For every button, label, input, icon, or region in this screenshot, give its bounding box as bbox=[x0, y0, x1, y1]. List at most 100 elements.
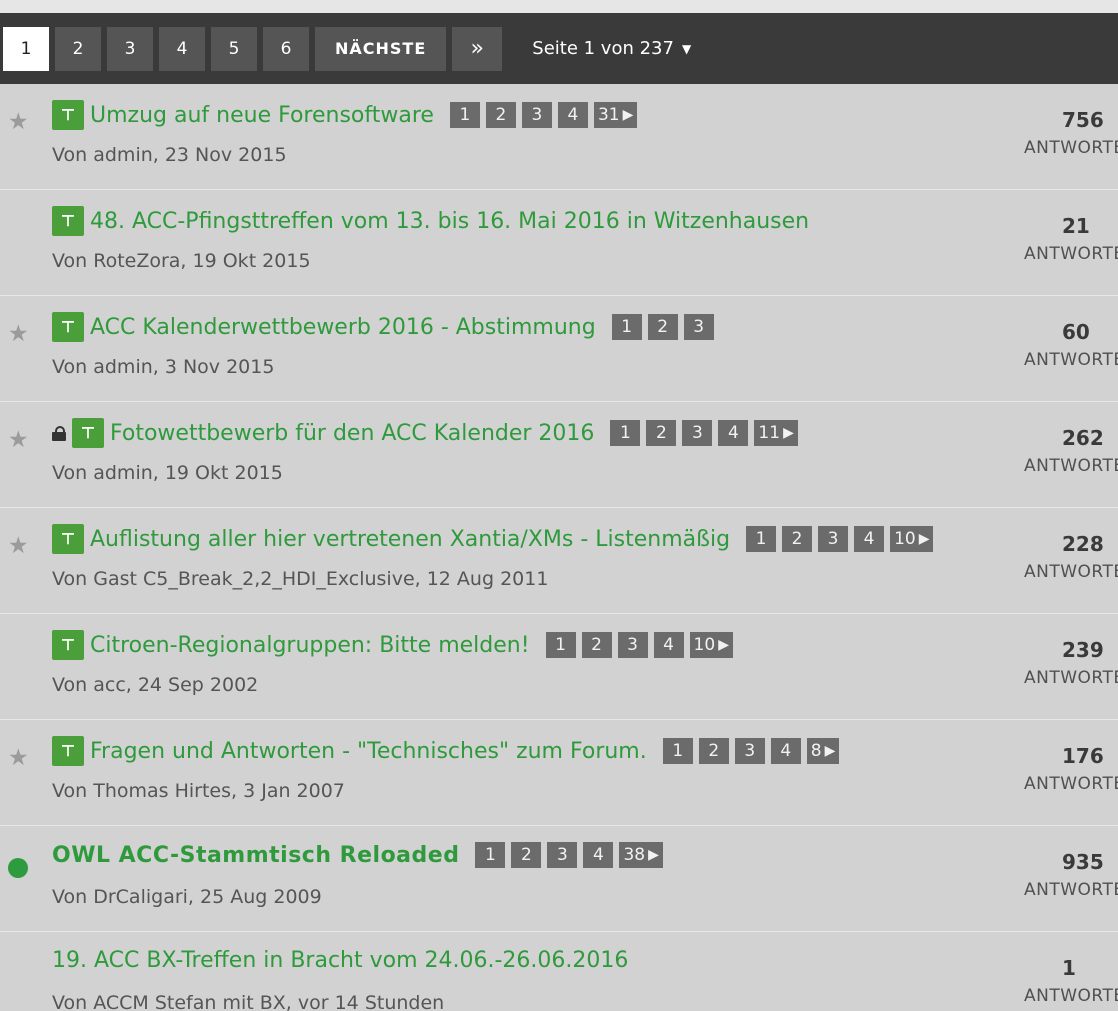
topic-page-link[interactable]: 4 bbox=[653, 632, 684, 658]
topic-page-link[interactable]: 3 bbox=[547, 842, 578, 868]
unread-dot-icon bbox=[8, 858, 28, 878]
reply-count: 1 ANTWORTEN bbox=[1024, 956, 1118, 1006]
pin-icon: ⊥ bbox=[52, 100, 84, 130]
page-button-1[interactable]: 1 bbox=[3, 26, 49, 71]
topic-page-link[interactable]: 1 bbox=[449, 102, 480, 128]
page-button-4[interactable]: 4 bbox=[159, 26, 205, 71]
topic-page-link[interactable]: 2 bbox=[782, 526, 813, 552]
topic-pagination: 1 2 3 4 10 ▶ bbox=[545, 632, 739, 658]
topic-title-link[interactable]: ACC Kalenderwettbewerb 2016 - Abstimmung bbox=[90, 315, 596, 340]
topic-title-line: ⊥ Umzug auf neue Forensoftware 1 2 3 4 31 ▶ bbox=[52, 100, 643, 130]
caret-down-icon: ▼ bbox=[681, 41, 692, 56]
topic-title-link[interactable]: 48. ACC-Pfingsttreffen vom 13. bis 16. M… bbox=[90, 209, 809, 234]
topic-page-link[interactable]: 3 bbox=[683, 314, 714, 340]
topic-meta: Von admin, 3 Nov 2015 bbox=[52, 356, 275, 378]
topic-page-link[interactable]: 2 bbox=[698, 738, 729, 764]
topic-page-link[interactable]: 1 bbox=[746, 526, 777, 552]
star-icon[interactable]: ★ bbox=[8, 321, 29, 347]
topic-page-link[interactable]: 8 ▶ bbox=[806, 738, 840, 764]
topic-page-link[interactable]: 2 bbox=[511, 842, 542, 868]
topic-meta: Von Gast C5_Break_2,2_HDI_Exclusive, 12 … bbox=[52, 568, 549, 590]
topic-page-link[interactable]: 4 bbox=[557, 102, 588, 128]
topic-pagination: 1 2 3 4 31 ▶ bbox=[449, 102, 643, 128]
topic-pagination: 1 2 3 4 11 ▶ bbox=[610, 420, 803, 446]
arrow-right-icon: ▶ bbox=[718, 637, 729, 653]
reply-count-label: ANTWORTEN bbox=[1024, 562, 1118, 582]
page-button-5[interactable]: 5 bbox=[211, 26, 257, 71]
topic-page-link[interactable]: 1 bbox=[662, 738, 693, 764]
topic-row: ⊥ 48. ACC-Pfingsttreffen vom 13. bis 16. … bbox=[0, 190, 1118, 296]
topic-row: ★ ⊥ Fragen und Antworten - "Technisches" z… bbox=[0, 720, 1118, 826]
topic-title-link[interactable]: Fragen und Antworten - "Technisches" zum… bbox=[90, 739, 647, 764]
topic-row: ⊥ Citroen-Regionalgruppen: Bitte melden! 1… bbox=[0, 614, 1118, 720]
topic-page-link[interactable]: 2 bbox=[581, 632, 612, 658]
topic-title-link[interactable]: Umzug auf neue Forensoftware bbox=[90, 103, 434, 128]
topic-page-link[interactable]: 2 bbox=[647, 314, 678, 340]
topic-page-link[interactable]: 4 bbox=[854, 526, 885, 552]
arrow-right-icon: ▶ bbox=[824, 743, 836, 759]
pin-icon: ⊥ bbox=[52, 630, 84, 660]
topic-row: OWL ACC-Stammtisch Reloaded 1 2 3 4 38 ▶ Von Dr… bbox=[0, 826, 1118, 932]
topic-row: ★ ⊥ Fotowettbewerb für den ACC Kalender 20… bbox=[0, 402, 1118, 508]
page-button-2[interactable]: 2 bbox=[55, 26, 101, 71]
topic-title-line: ⊥ 48. ACC-Pfingsttreffen vom 13. bis 16. … bbox=[52, 206, 809, 236]
topic-page-link[interactable]: 31 ▶ bbox=[593, 102, 638, 128]
arrow-right-icon: ▶ bbox=[918, 531, 930, 547]
reply-count: 756 ANTWORTEN bbox=[1024, 108, 1118, 158]
page-info-label: Seite 1 von 237 bbox=[532, 38, 674, 59]
page-button-6[interactable]: 6 bbox=[263, 26, 309, 71]
topic-title-link[interactable]: OWL ACC-Stammtisch Reloaded bbox=[52, 843, 459, 868]
topic-page-link[interactable]: 3 bbox=[521, 102, 552, 128]
reply-count-number: 239 bbox=[1062, 638, 1104, 662]
topic-list: ★ ⊥ Umzug auf neue Forensoftware 1 2 3 4 31 ▶ Von… bbox=[0, 84, 1118, 1011]
reply-count-number: 176 bbox=[1062, 744, 1104, 768]
topic-page-link[interactable]: 10 ▶ bbox=[890, 526, 934, 552]
page-button-3[interactable]: 3 bbox=[107, 26, 153, 71]
topic-meta: Von RoteZora, 19 Okt 2015 bbox=[52, 250, 311, 272]
pin-icon: ⊥ bbox=[52, 312, 84, 342]
arrow-right-icon: ▶ bbox=[783, 425, 794, 441]
reply-count: 228 ANTWORTEN bbox=[1024, 532, 1118, 582]
topic-page-link[interactable]: 1 bbox=[611, 314, 642, 340]
topic-page-link[interactable]: 2 bbox=[485, 102, 516, 128]
star-icon[interactable]: ★ bbox=[8, 427, 29, 453]
star-icon[interactable]: ★ bbox=[8, 745, 29, 771]
topic-title-link[interactable]: 19. ACC BX-Treffen in Bracht vom 24.06.-… bbox=[52, 948, 628, 973]
topic-page-link[interactable]: 3 bbox=[682, 420, 713, 446]
reply-count-number: 1 bbox=[1062, 956, 1076, 980]
reply-count-number: 60 bbox=[1062, 320, 1090, 344]
topic-pagination: 1 2 3 4 8 ▶ bbox=[662, 738, 846, 764]
last-page-button[interactable]: » bbox=[452, 26, 503, 71]
topic-page-link[interactable]: 1 bbox=[475, 842, 506, 868]
topic-page-link[interactable]: 3 bbox=[617, 632, 648, 658]
topic-page-link[interactable]: 1 bbox=[610, 420, 641, 446]
topic-page-link[interactable]: 4 bbox=[583, 842, 614, 868]
star-icon[interactable]: ★ bbox=[8, 533, 29, 559]
topic-page-link[interactable]: 4 bbox=[718, 420, 749, 446]
topic-page-link[interactable]: 3 bbox=[734, 738, 765, 764]
topic-page-link[interactable]: 3 bbox=[818, 526, 849, 552]
topic-title-line: ⊥ Fotowettbewerb für den ACC Kalender 201… bbox=[52, 418, 804, 448]
topic-page-link[interactable]: 10 ▶ bbox=[689, 632, 733, 658]
star-icon[interactable]: ★ bbox=[8, 109, 29, 135]
topic-row: ★ ⊥ Umzug auf neue Forensoftware 1 2 3 4 31 ▶ Von… bbox=[0, 84, 1118, 190]
topic-page-link[interactable]: 1 bbox=[545, 632, 576, 658]
topic-page-link[interactable]: 38 ▶ bbox=[619, 842, 663, 868]
topic-page-link[interactable]: 11 ▶ bbox=[754, 420, 798, 446]
topic-row: 19. ACC BX-Treffen in Bracht vom 24.06.-… bbox=[0, 932, 1118, 1011]
lock-icon bbox=[52, 426, 66, 441]
reply-count-label: ANTWORTEN bbox=[1024, 986, 1118, 1006]
topic-page-link[interactable]: 4 bbox=[770, 738, 801, 764]
topic-meta: Von ACCM Stefan mit BX, vor 14 Stunden bbox=[52, 992, 445, 1011]
page-jump-dropdown[interactable]: Seite 1 von 237 ▼ bbox=[532, 38, 691, 59]
topic-pagination: 1 2 3 4 38 ▶ bbox=[475, 842, 668, 868]
topic-title-link[interactable]: Fotowettbewerb für den ACC Kalender 2016 bbox=[110, 421, 594, 446]
topic-page-link[interactable]: 2 bbox=[646, 420, 677, 446]
topic-title-link[interactable]: Citroen-Regionalgruppen: Bitte melden! bbox=[90, 633, 530, 658]
reply-count: 935 ANTWORTEN bbox=[1024, 850, 1118, 900]
reply-count-label: ANTWORTEN bbox=[1024, 244, 1118, 264]
pin-icon: ⊥ bbox=[52, 206, 84, 236]
next-page-button[interactable]: NÄCHSTE bbox=[315, 26, 447, 71]
topic-title-link[interactable]: Auflistung aller hier vertretenen Xantia… bbox=[90, 527, 730, 552]
pagination-bar: 1 2 3 4 5 6 NÄCHSTE» Seite 1 von 237 ▼ bbox=[0, 13, 1118, 84]
